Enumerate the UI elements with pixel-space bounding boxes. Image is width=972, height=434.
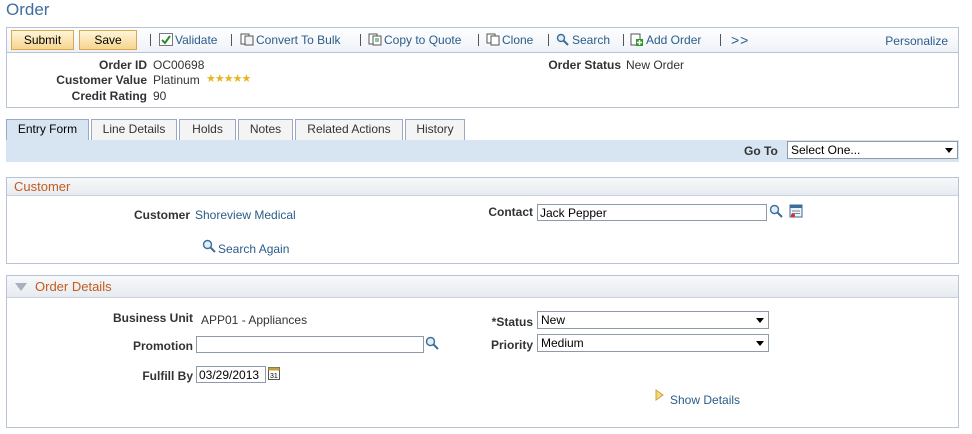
convert-to-bulk-button[interactable]: Convert To Bulk: [240, 33, 341, 49]
business-unit-label: Business Unit: [112, 311, 193, 325]
copy-to-quote-button[interactable]: Copy to Quote: [368, 33, 461, 49]
business-unit-value: APP01 - Appliances: [201, 313, 308, 327]
tab-entry-form[interactable]: Entry Form: [6, 119, 89, 141]
collapse-triangle-icon: [15, 283, 27, 291]
more-actions-button[interactable]: >>: [731, 33, 749, 49]
toolbar-divider: [478, 34, 479, 46]
contact-details-icon[interactable]: [789, 204, 803, 218]
toolbar: Submit Save Validate Convert To Bulk Cop…: [6, 27, 959, 52]
tab-notes[interactable]: Notes: [238, 119, 293, 140]
search-again-icon: [202, 239, 216, 253]
expand-triangle-icon: [655, 389, 664, 401]
toolbar-divider: [231, 34, 232, 46]
toolbar-divider: [623, 34, 624, 46]
status-select-value: New: [541, 313, 566, 327]
svg-text:31: 31: [270, 373, 278, 380]
add-icon: [630, 33, 643, 46]
search-again-link[interactable]: Search Again: [218, 242, 289, 256]
rating-stars-icon: ★★★★★: [206, 73, 251, 85]
calendar-icon[interactable]: 31: [268, 366, 280, 380]
priority-label: Priority: [490, 338, 533, 352]
goto-label: Go To: [744, 144, 778, 158]
goto-select-value: Select One...: [791, 143, 861, 157]
goto-select[interactable]: Select One...: [787, 141, 958, 159]
tab-history[interactable]: History: [405, 119, 465, 140]
save-button[interactable]: Save: [79, 30, 137, 50]
convert-label: Convert To Bulk: [256, 33, 341, 47]
customer-value: Platinum: [153, 73, 200, 87]
promotion-lookup-icon[interactable]: [425, 336, 439, 350]
toolbar-divider: [150, 34, 151, 46]
clone-label: Clone: [502, 33, 534, 47]
promotion-input[interactable]: [196, 336, 424, 353]
contact-label: Contact: [488, 205, 533, 219]
customer-value-label: Customer Value: [56, 73, 147, 87]
status-label: *Status: [491, 315, 533, 329]
customer-label: Customer: [133, 208, 190, 222]
add-order-button[interactable]: Add Order: [630, 33, 701, 49]
copy-icon: [368, 33, 382, 46]
submit-button[interactable]: Submit: [11, 30, 74, 50]
page-title: Order: [6, 0, 50, 19]
chevron-down-icon: [756, 341, 764, 346]
validate-label: Validate: [175, 33, 218, 47]
toolbar-divider: [360, 34, 361, 46]
add-order-label: Add Order: [646, 33, 702, 47]
search-label: Search: [572, 33, 611, 47]
order-details-section: Order Details Business Unit APP01 - Appl…: [6, 275, 959, 428]
order-status-label: Order Status: [548, 58, 621, 72]
chevron-down-icon: [945, 148, 953, 153]
tab-related-actions[interactable]: Related Actions: [295, 119, 403, 140]
copy-label: Copy to Quote: [384, 33, 462, 47]
credit-rating-label: Credit Rating: [71, 89, 147, 103]
customer-section: Customer Customer Shoreview Medical Cont…: [6, 177, 959, 264]
tab-holds[interactable]: Holds: [179, 119, 236, 140]
convert-icon: [240, 33, 254, 46]
promotion-label: Promotion: [133, 339, 193, 353]
order-header-panel: Order ID OC00698 Customer Value Platinum…: [6, 52, 959, 108]
search-button[interactable]: Search: [556, 33, 610, 49]
toolbar-divider: [720, 34, 721, 46]
order-id-label: Order ID: [98, 58, 147, 72]
order-details-heading-text: Order Details: [35, 279, 112, 294]
contact-lookup-icon[interactable]: [769, 204, 783, 218]
clone-icon: [486, 33, 500, 46]
credit-rating-value: 90: [153, 89, 167, 103]
contact-input[interactable]: [537, 204, 767, 221]
personalize-link[interactable]: Personalize: [885, 34, 948, 50]
customer-section-heading: Customer: [7, 178, 958, 196]
priority-select-value: Medium: [541, 336, 584, 350]
show-details-link[interactable]: Show Details: [670, 393, 740, 407]
clone-button[interactable]: Clone: [486, 33, 533, 49]
status-select[interactable]: New: [537, 311, 769, 329]
order-status-value: New Order: [626, 58, 685, 72]
priority-select[interactable]: Medium: [537, 334, 769, 352]
order-id-value: OC00698: [153, 58, 205, 72]
validate-button[interactable]: Validate: [159, 33, 217, 49]
toolbar-divider: [548, 34, 549, 46]
tab-line-details[interactable]: Line Details: [91, 119, 177, 140]
fulfill-by-label: Fulfill By: [142, 369, 193, 383]
chevron-down-icon: [756, 318, 764, 323]
search-icon: [556, 33, 569, 46]
customer-link[interactable]: Shoreview Medical: [195, 208, 296, 222]
checkmark-icon: [159, 33, 173, 46]
fulfill-by-input[interactable]: [196, 366, 266, 383]
order-details-heading[interactable]: Order Details: [7, 276, 958, 298]
